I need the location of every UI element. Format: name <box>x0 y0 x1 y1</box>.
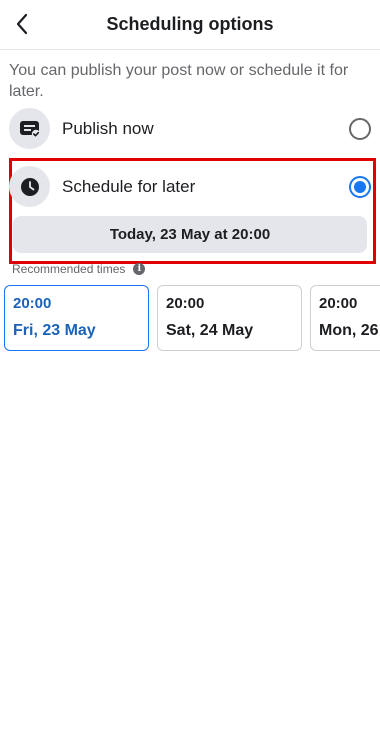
card-time: 20:00 <box>166 295 205 312</box>
recommended-time-card[interactable]: 20:00 Sat, 24 May <box>157 285 302 351</box>
page-title: Scheduling options <box>106 14 274 34</box>
publish-icon-container <box>9 108 50 149</box>
card-date: Fri, 23 May <box>13 322 96 339</box>
card-time: 20:00 <box>319 295 358 312</box>
header-bar: Scheduling options <box>0 0 380 50</box>
publish-now-option[interactable]: Publish now <box>0 107 380 151</box>
schedule-later-option[interactable]: Schedule for later <box>0 165 380 209</box>
recommended-time-card[interactable]: 20:00 Mon, 26 May <box>310 285 380 351</box>
card-date: Sat, 24 May <box>166 322 254 339</box>
schedule-later-radio[interactable] <box>349 176 371 198</box>
post-check-icon <box>19 120 40 138</box>
recommended-times-header: Recommended times i <box>12 262 146 276</box>
card-date: Mon, 26 May <box>319 322 380 339</box>
publish-now-radio[interactable] <box>349 118 371 140</box>
recommended-times-list: 20:00 Fri, 23 May 20:00 Sat, 24 May 20:0… <box>0 285 380 351</box>
publish-now-label: Publish now <box>62 119 154 138</box>
info-icon[interactable]: i <box>133 263 146 275</box>
clock-icon <box>20 177 39 196</box>
schedule-icon-container <box>9 166 50 207</box>
intro-text: You can publish your post now or schedul… <box>9 62 349 100</box>
scheduled-datetime-button[interactable]: Today, 23 May at 20:00 <box>13 216 367 253</box>
recommended-times-label: Recommended times <box>12 262 126 276</box>
schedule-later-label: Schedule for later <box>62 177 196 196</box>
card-time: 20:00 <box>13 295 52 312</box>
recommended-time-card[interactable]: 20:00 Fri, 23 May <box>4 285 149 351</box>
